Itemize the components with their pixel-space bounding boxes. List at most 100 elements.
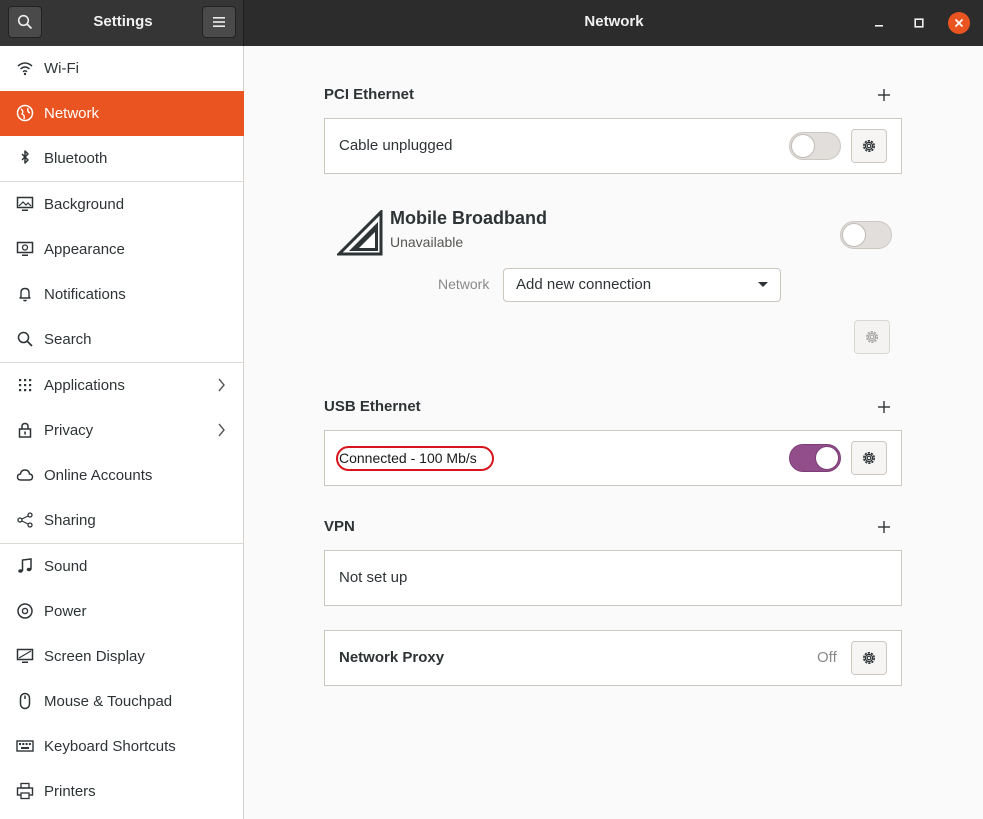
gear-icon <box>863 140 875 152</box>
sidebar-item-appearance[interactable]: Appearance <box>0 227 244 272</box>
sidebar-item-notifications[interactable]: Notifications <box>0 272 244 317</box>
mobile-broadband-toggle[interactable] <box>840 221 892 249</box>
sidebar-item-keyboard-shortcuts[interactable]: Keyboard Shortcuts <box>0 724 244 769</box>
mobile-broadband-status: Unavailable <box>390 234 464 250</box>
mobile-broadband-icon <box>335 208 383 256</box>
sidebar-item-bluetooth[interactable]: Bluetooth <box>0 136 244 181</box>
hamburger-icon <box>213 17 225 27</box>
mouse-icon <box>16 692 34 710</box>
lock-icon <box>16 421 34 439</box>
plus-icon <box>878 89 890 101</box>
sidebar-item-sound[interactable]: Sound <box>0 544 244 589</box>
sidebar-item-label: Screen Display <box>44 648 145 665</box>
minimize-icon <box>875 25 883 27</box>
network-proxy-status: Off <box>817 649 837 666</box>
close-button[interactable] <box>948 12 970 34</box>
wifi-icon <box>16 59 34 77</box>
sidebar-item-screen-display[interactable]: Screen Display <box>0 634 244 679</box>
sidebar-item-label: Keyboard Shortcuts <box>44 738 176 755</box>
sidebar-item-label: Wi-Fi <box>44 60 79 77</box>
pci-ethernet-title: PCI Ethernet <box>324 86 415 103</box>
add-vpn-button[interactable] <box>877 520 891 534</box>
mobile-broadband-title: Mobile Broadband <box>390 208 547 228</box>
chevron-right-icon <box>215 421 227 439</box>
network-proxy-settings-button[interactable] <box>851 641 887 675</box>
printer-icon <box>16 782 34 800</box>
sidebar-item-applications[interactable]: Applications <box>0 363 244 408</box>
sidebar-item-sharing[interactable]: Sharing <box>0 498 244 543</box>
search-button[interactable] <box>8 6 42 38</box>
header-bar: Settings Network <box>0 0 983 46</box>
chevron-right-icon <box>215 376 227 394</box>
usb-ethernet-card: Connected - 100 Mb/s <box>324 430 902 486</box>
sidebar-header: Settings <box>0 0 244 46</box>
sidebar-item-network[interactable]: Network <box>0 91 244 136</box>
vpn-title: VPN <box>324 518 355 535</box>
maximize-button[interactable] <box>908 12 930 34</box>
sidebar-item-label: Online Accounts <box>44 467 153 484</box>
add-usb-connection-button[interactable] <box>877 400 891 414</box>
vpn-status: Not set up <box>339 569 408 586</box>
usb-ethernet-title: USB Ethernet <box>324 398 421 415</box>
toggle-knob <box>791 134 815 158</box>
sidebar-item-power[interactable]: Power <box>0 589 244 634</box>
pci-status: Cable unplugged <box>339 137 453 154</box>
pci-ethernet-card: Cable unplugged <box>324 118 902 174</box>
sidebar-item-mouse-touchpad[interactable]: Mouse & Touchpad <box>0 679 244 724</box>
sidebar: Wi-Fi Network Bluetooth Background Appea… <box>0 46 244 819</box>
usb-toggle[interactable] <box>789 444 841 472</box>
sidebar-item-label: Appearance <box>44 241 125 258</box>
add-pci-connection-button[interactable] <box>877 88 891 102</box>
close-icon <box>954 18 964 28</box>
sidebar-item-label: Background <box>44 196 125 213</box>
usb-settings-button[interactable] <box>851 441 887 475</box>
gear-icon <box>863 452 875 464</box>
pci-toggle[interactable] <box>789 132 841 160</box>
cloud-icon <box>16 466 34 484</box>
sidebar-item-label: Printers <box>44 783 96 800</box>
sidebar-item-printers[interactable]: Printers <box>0 769 244 814</box>
toggle-knob <box>842 223 866 247</box>
network-icon <box>16 104 34 122</box>
usb-status: Connected - 100 Mb/s <box>339 450 477 466</box>
keyboard-icon <box>16 737 34 755</box>
bluetooth-icon <box>16 149 34 167</box>
network-label: Network <box>438 276 490 292</box>
mobile-broadband-settings-button[interactable] <box>854 320 890 354</box>
sidebar-item-online-accounts[interactable]: Online Accounts <box>0 453 244 498</box>
sidebar-item-label: Mouse & Touchpad <box>44 693 173 710</box>
power-icon <box>16 602 34 620</box>
bell-icon <box>16 285 34 303</box>
network-proxy-title: Network Proxy <box>339 649 445 666</box>
sidebar-item-label: Privacy <box>44 422 94 439</box>
settings-window: Settings Network Wi-Fi Network Bluetooth <box>0 0 983 819</box>
network-proxy-card[interactable]: Network Proxy Off <box>324 630 902 686</box>
sidebar-item-wifi[interactable]: Wi-Fi <box>0 46 244 91</box>
display-icon <box>16 647 34 665</box>
appearance-icon <box>16 240 34 258</box>
music-note-icon <box>16 557 34 575</box>
network-dropdown-value: Add new connection <box>516 276 652 293</box>
chevron-down-icon <box>758 282 768 287</box>
plus-icon <box>878 401 890 413</box>
sidebar-item-label: Sharing <box>44 512 96 529</box>
network-dropdown[interactable]: Add new connection <box>503 268 781 302</box>
sidebar-item-label: Notifications <box>44 286 126 303</box>
gear-icon <box>863 652 875 664</box>
sidebar-item-privacy[interactable]: Privacy <box>0 408 244 453</box>
sidebar-item-label: Sound <box>44 558 88 575</box>
sidebar-item-label: Applications <box>44 377 125 394</box>
sidebar-item-background[interactable]: Background <box>0 182 244 227</box>
sidebar-item-label: Search <box>44 331 92 348</box>
sidebar-item-search[interactable]: Search <box>0 317 244 362</box>
sidebar-title: Settings <box>93 13 153 30</box>
minimize-button[interactable] <box>868 12 890 34</box>
menu-button[interactable] <box>202 6 236 38</box>
maximize-icon <box>914 18 924 28</box>
toggle-knob <box>815 446 839 470</box>
search-icon <box>17 14 33 30</box>
pci-settings-button[interactable] <box>851 129 887 163</box>
main-panel: PCI Ethernet Cable unplugged Mobile Broa… <box>245 46 983 819</box>
vpn-card: Not set up <box>324 550 902 606</box>
gear-icon <box>866 331 878 343</box>
